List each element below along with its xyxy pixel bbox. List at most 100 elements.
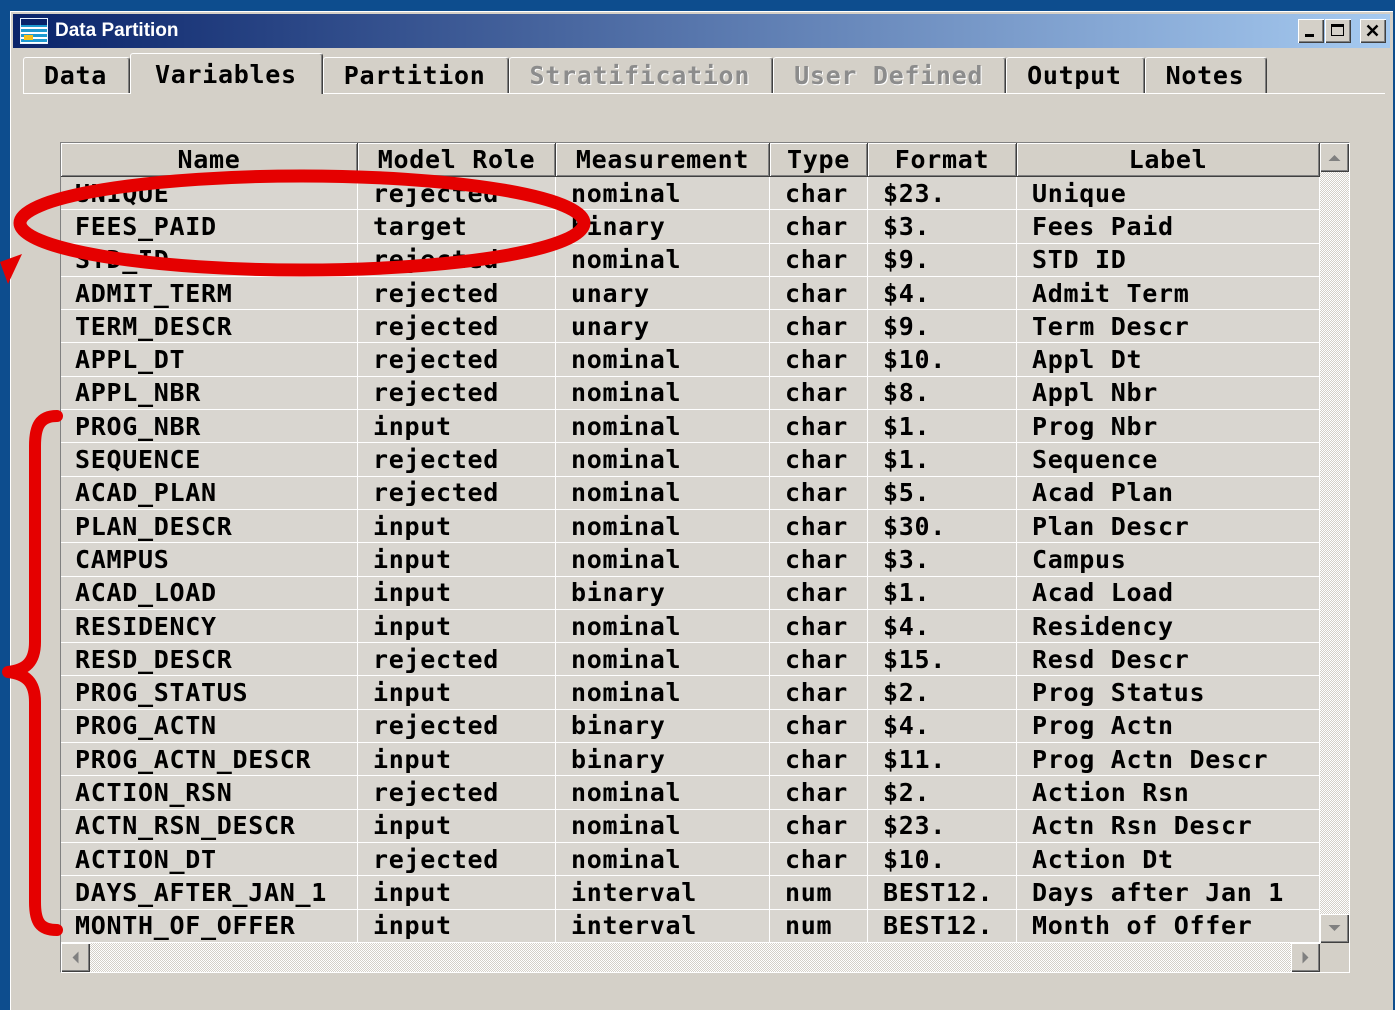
cell-label[interactable]: Acad Load — [1017, 576, 1320, 610]
cell-format[interactable]: $4. — [868, 276, 1017, 311]
cell-type[interactable]: char — [770, 410, 868, 444]
cell-type[interactable]: char — [770, 543, 868, 577]
cell-measurement[interactable]: nominal — [556, 509, 770, 544]
table-row[interactable]: RESD_DESCR rejected nominal char $15. Resd De… — [61, 643, 1320, 677]
cell-measurement[interactable]: nominal — [556, 476, 770, 510]
cell-model-role[interactable]: rejected — [358, 476, 556, 510]
cell-type[interactable]: char — [770, 210, 868, 244]
cell-label[interactable]: Fees Paid — [1017, 210, 1320, 244]
cell-label[interactable]: Prog Actn — [1017, 709, 1320, 744]
vertical-scrollbar[interactable] — [1320, 143, 1349, 943]
cell-format[interactable]: $1. — [868, 576, 1017, 610]
cell-type[interactable]: char — [770, 476, 868, 510]
cell-type[interactable]: char — [770, 443, 868, 477]
table-row[interactable]: RESIDENCY input nominal char $4. Residency — [61, 609, 1320, 644]
cell-type[interactable]: char — [770, 776, 868, 810]
cell-model-role[interactable]: input — [358, 743, 556, 777]
cell-measurement[interactable]: nominal — [556, 609, 770, 644]
cell-measurement[interactable]: binary — [556, 743, 770, 777]
cell-label[interactable]: Term Descr — [1017, 310, 1320, 344]
cell-measurement[interactable]: interval — [556, 909, 770, 943]
tab-variables[interactable]: Variables — [130, 53, 323, 94]
table-row[interactable]: ACAD_PLAN rejected nominal char $5. Acad Plan — [61, 476, 1320, 510]
cell-measurement[interactable]: binary — [556, 709, 770, 744]
cell-measurement[interactable]: interval — [556, 876, 770, 910]
cell-label[interactable]: Resd Descr — [1017, 643, 1320, 677]
cell-model-role[interactable]: rejected — [358, 842, 556, 877]
cell-name[interactable]: PROG_STATUS — [61, 676, 358, 710]
table-row[interactable]: MONTH_OF_OFFER input interval num BEST12. Mon… — [61, 909, 1320, 943]
cell-format[interactable]: $30. — [868, 509, 1017, 544]
cell-type[interactable]: char — [770, 809, 868, 843]
cell-model-role[interactable]: input — [358, 576, 556, 610]
cell-format[interactable]: $1. — [868, 410, 1017, 444]
table-row[interactable]: SEQUENCE rejected nominal char $1. Sequence — [61, 443, 1320, 477]
table-row[interactable]: DAYS_AFTER_JAN_1 input interval num BEST12. D… — [61, 876, 1320, 910]
cell-type[interactable]: char — [770, 509, 868, 544]
cell-type[interactable]: num — [770, 909, 868, 943]
cell-label[interactable]: Acad Plan — [1017, 476, 1320, 510]
cell-measurement[interactable]: nominal — [556, 177, 770, 211]
title-bar[interactable]: Data Partition — [13, 14, 1390, 48]
cell-label[interactable]: Appl Dt — [1017, 343, 1320, 377]
cell-label[interactable]: Prog Actn Descr — [1017, 743, 1320, 777]
cell-name[interactable]: ACTION_RSN — [61, 776, 358, 810]
tab-partition[interactable]: Partition — [322, 57, 509, 93]
cell-label[interactable]: Plan Descr — [1017, 509, 1320, 544]
cell-label[interactable]: Actn Rsn Descr — [1017, 809, 1320, 843]
cell-format[interactable]: $2. — [868, 776, 1017, 810]
cell-model-role[interactable]: input — [358, 509, 556, 544]
cell-label[interactable]: Prog Nbr — [1017, 410, 1320, 444]
cell-type[interactable]: char — [770, 310, 868, 344]
scroll-up-button[interactable] — [1320, 143, 1349, 172]
cell-model-role[interactable]: input — [358, 410, 556, 444]
cell-format[interactable]: $15. — [868, 643, 1017, 677]
cell-model-role[interactable]: input — [358, 543, 556, 577]
cell-measurement[interactable]: unary — [556, 310, 770, 344]
cell-type[interactable]: char — [770, 676, 868, 710]
cell-format[interactable]: BEST12. — [868, 909, 1017, 943]
cell-model-role[interactable]: rejected — [358, 276, 556, 311]
cell-format[interactable]: $1. — [868, 443, 1017, 477]
table-row[interactable]: ACTION_DT rejected nominal char $10. Action D… — [61, 842, 1320, 877]
cell-type[interactable]: char — [770, 243, 868, 277]
cell-model-role[interactable]: target — [358, 210, 556, 244]
cell-name[interactable]: STD_ID — [61, 243, 358, 277]
vertical-scroll-track[interactable] — [1320, 172, 1349, 914]
table-row[interactable]: APPL_DT rejected nominal char $10. Appl Dt — [61, 343, 1320, 377]
cell-format[interactable]: $4. — [868, 609, 1017, 644]
cell-name[interactable]: RESIDENCY — [61, 609, 358, 644]
cell-model-role[interactable]: input — [358, 909, 556, 943]
cell-model-role[interactable]: input — [358, 876, 556, 910]
cell-type[interactable]: char — [770, 576, 868, 610]
cell-measurement[interactable]: binary — [556, 210, 770, 244]
cell-model-role[interactable]: input — [358, 676, 556, 710]
cell-type[interactable]: char — [770, 609, 868, 644]
minimize-button[interactable] — [1298, 19, 1324, 43]
table-row[interactable]: PROG_ACTN rejected binary char $4. Prog Actn — [61, 709, 1320, 744]
cell-model-role[interactable]: rejected — [358, 177, 556, 211]
scroll-left-button[interactable] — [61, 943, 90, 972]
cell-label[interactable]: Prog Status — [1017, 676, 1320, 710]
column-header-format[interactable]: Format — [868, 143, 1017, 177]
cell-name[interactable]: APPL_DT — [61, 343, 358, 377]
cell-measurement[interactable]: nominal — [556, 842, 770, 877]
cell-format[interactable]: $23. — [868, 177, 1017, 211]
tab-notes[interactable]: Notes — [1144, 57, 1268, 93]
cell-name[interactable]: FEES_PAID — [61, 210, 358, 244]
cell-model-role[interactable]: rejected — [358, 243, 556, 277]
cell-label[interactable]: Unique — [1017, 177, 1320, 211]
cell-format[interactable]: $2. — [868, 676, 1017, 710]
cell-format[interactable]: $3. — [868, 210, 1017, 244]
table-row[interactable]: ADMIT_TERM rejected unary char $4. Admit Term — [61, 276, 1320, 311]
scroll-right-button[interactable] — [1291, 943, 1320, 972]
cell-format[interactable]: BEST12. — [868, 876, 1017, 910]
cell-type[interactable]: char — [770, 177, 868, 211]
cell-name[interactable]: DAYS_AFTER_JAN_1 — [61, 876, 358, 910]
cell-model-role[interactable]: rejected — [358, 709, 556, 744]
maximize-button[interactable] — [1325, 19, 1351, 43]
cell-label[interactable]: Residency — [1017, 609, 1320, 644]
table-row[interactable]: FEES_PAID target binary char $3. Fees Paid — [61, 210, 1320, 244]
cell-type[interactable]: char — [770, 276, 868, 311]
cell-type[interactable]: char — [770, 376, 868, 411]
